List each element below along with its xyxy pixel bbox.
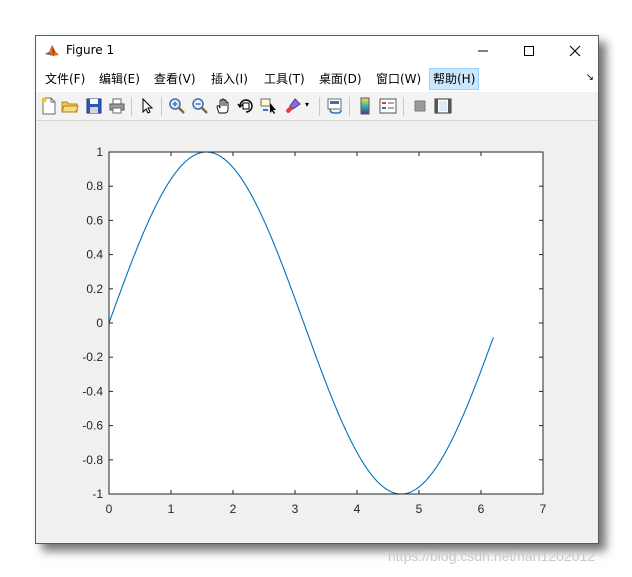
toolbar-separator [131, 97, 132, 116]
x-tick-label: 2 [230, 502, 237, 516]
y-tick-label: 0.8 [86, 179, 103, 193]
menu-view[interactable]: 查看(V) [151, 69, 199, 89]
y-tick-label: -0.6 [82, 419, 103, 433]
zoom-in-icon[interactable] [168, 97, 186, 115]
y-tick-label: 0.4 [86, 248, 103, 262]
open-file-icon[interactable] [61, 97, 79, 115]
data-cursor-icon[interactable] [260, 97, 278, 115]
y-tick-label: -1 [92, 487, 103, 501]
zoom-out-icon[interactable] [191, 97, 209, 115]
axes-background [109, 152, 543, 494]
title-bar[interactable]: Figure 1 [36, 36, 598, 66]
brush-icon[interactable] [284, 97, 302, 115]
menu-tools[interactable]: 工具(T) [261, 69, 308, 89]
y-tick-label: -0.4 [82, 384, 103, 398]
rotate-3d-icon[interactable] [237, 97, 255, 115]
x-tick-label: 4 [354, 502, 361, 516]
window-title: Figure 1 [66, 43, 115, 57]
sine-plot[interactable]: 0 1 2 3 4 5 6 7 -1 -0.8 -0.6 -0.4 -0.2 0 0.2 0.4 0.6 0.8 1 [36, 121, 598, 543]
x-tick-label: 3 [292, 502, 299, 516]
y-tick-label: -0.2 [82, 350, 103, 364]
menu-edit[interactable]: 编辑(E) [96, 69, 143, 89]
print-icon[interactable] [108, 97, 126, 115]
legend-icon[interactable] [379, 97, 397, 115]
dock-arrow-icon[interactable]: ↘ [586, 72, 594, 83]
menu-insert[interactable]: 插入(I) [208, 69, 251, 89]
link-plot-icon[interactable] [326, 97, 344, 115]
matlab-logo-icon [44, 43, 60, 59]
x-tick-label: 5 [416, 502, 423, 516]
y-tick-label: -0.8 [82, 453, 103, 467]
close-button[interactable] [552, 36, 598, 66]
y-tick-label: 0.2 [86, 282, 103, 296]
x-tick-label: 0 [106, 502, 113, 516]
minimize-icon [478, 50, 488, 52]
toolbar-separator [319, 97, 320, 116]
figure-toolbar: ▾ [36, 93, 598, 121]
x-tick-label: 7 [540, 502, 547, 516]
menu-window[interactable]: 窗口(W) [373, 69, 424, 89]
toolbar-separator [403, 97, 404, 116]
menu-bar: 文件(F) 编辑(E) 查看(V) 插入(I) 工具(T) 桌面(D) 窗口(W… [36, 66, 598, 92]
maximize-icon [524, 46, 534, 56]
close-icon [569, 45, 581, 57]
menu-desktop[interactable]: 桌面(D) [316, 69, 365, 89]
brush-dropdown-icon[interactable]: ▾ [305, 100, 309, 109]
pan-hand-icon[interactable] [214, 97, 232, 115]
watermark-text: https://blog.csdn.net/han1202012 [388, 548, 596, 564]
x-tick-label: 1 [168, 502, 175, 516]
maximize-button[interactable] [506, 36, 552, 66]
y-tick-label: 0 [96, 316, 103, 330]
save-icon[interactable] [85, 97, 103, 115]
toolbar-separator [349, 97, 350, 116]
x-tick-label: 6 [478, 502, 485, 516]
y-tick-label: 0.6 [86, 213, 103, 227]
edit-plot-arrow-icon[interactable] [138, 97, 156, 115]
figure-canvas: 0 1 2 3 4 5 6 7 -1 -0.8 -0.6 -0.4 -0.2 0 0.2 0.4 0.6 0.8 1 [36, 121, 598, 543]
toolbar-separator [161, 97, 162, 116]
menu-file[interactable]: 文件(F) [42, 69, 88, 89]
minimize-button[interactable] [460, 36, 506, 66]
hide-plot-tools-icon[interactable] [411, 97, 429, 115]
colorbar-icon[interactable] [356, 97, 374, 115]
show-plot-tools-icon[interactable] [434, 97, 452, 115]
menu-help[interactable]: 帮助(H) [429, 68, 480, 90]
y-tick-label: 1 [96, 145, 103, 159]
figure-window: Figure 1 文件(F) 编辑(E) 查看(V) 插入(I) 工具(T) 桌… [35, 35, 599, 544]
new-figure-icon[interactable] [40, 97, 58, 115]
